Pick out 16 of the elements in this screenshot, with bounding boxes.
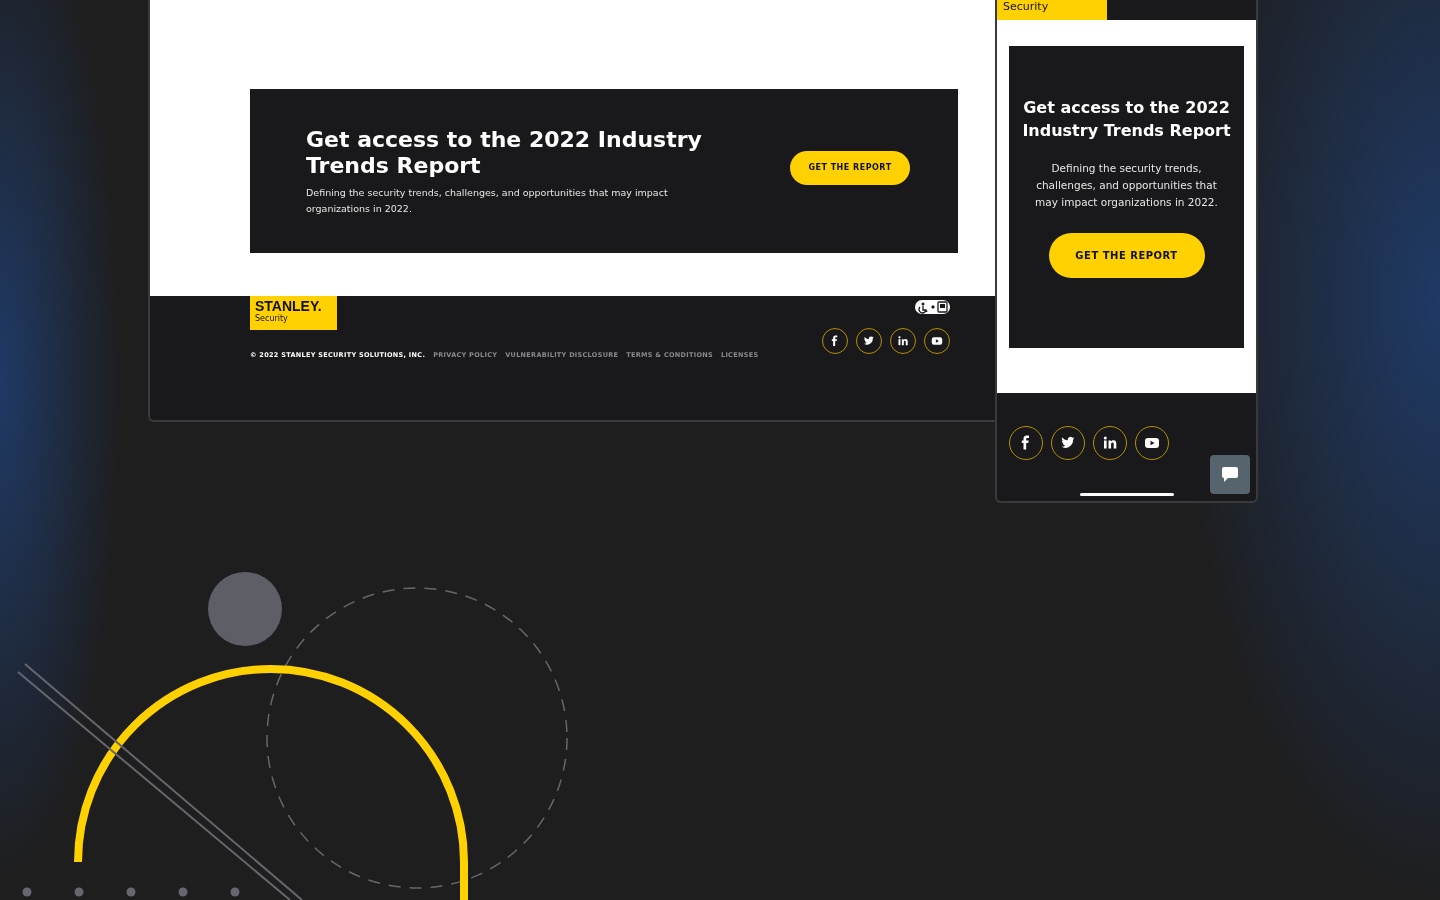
get-report-button[interactable]: GET THE REPORT (790, 151, 910, 185)
banner-description: Defining the security trends, challenges, and opportunities that may impact organizations in 2022. (1034, 161, 1219, 210)
banner-description: Defining the security trends, challenges, and opportunities that may impact organizations in 2022. (306, 186, 669, 216)
linkedin-icon (1102, 435, 1118, 451)
video-play-icon (1144, 435, 1160, 451)
accessibility-icon[interactable] (915, 300, 950, 314)
chat-bubble-icon (1221, 466, 1239, 483)
video-play-icon (931, 335, 943, 347)
linkedin-icon (897, 335, 909, 347)
chat-button[interactable] (1210, 455, 1250, 494)
logo[interactable]: STANLEY. Security (250, 296, 337, 330)
twitter-icon (863, 335, 875, 347)
banner-title: Get access to the 2022 Industry Trends Report (1021, 97, 1232, 142)
banner-title: Get access to the 2022 Industry Trends Report (306, 127, 703, 179)
get-report-button[interactable]: GET THE REPORT (1048, 233, 1205, 278)
twitter-icon (1060, 435, 1076, 451)
